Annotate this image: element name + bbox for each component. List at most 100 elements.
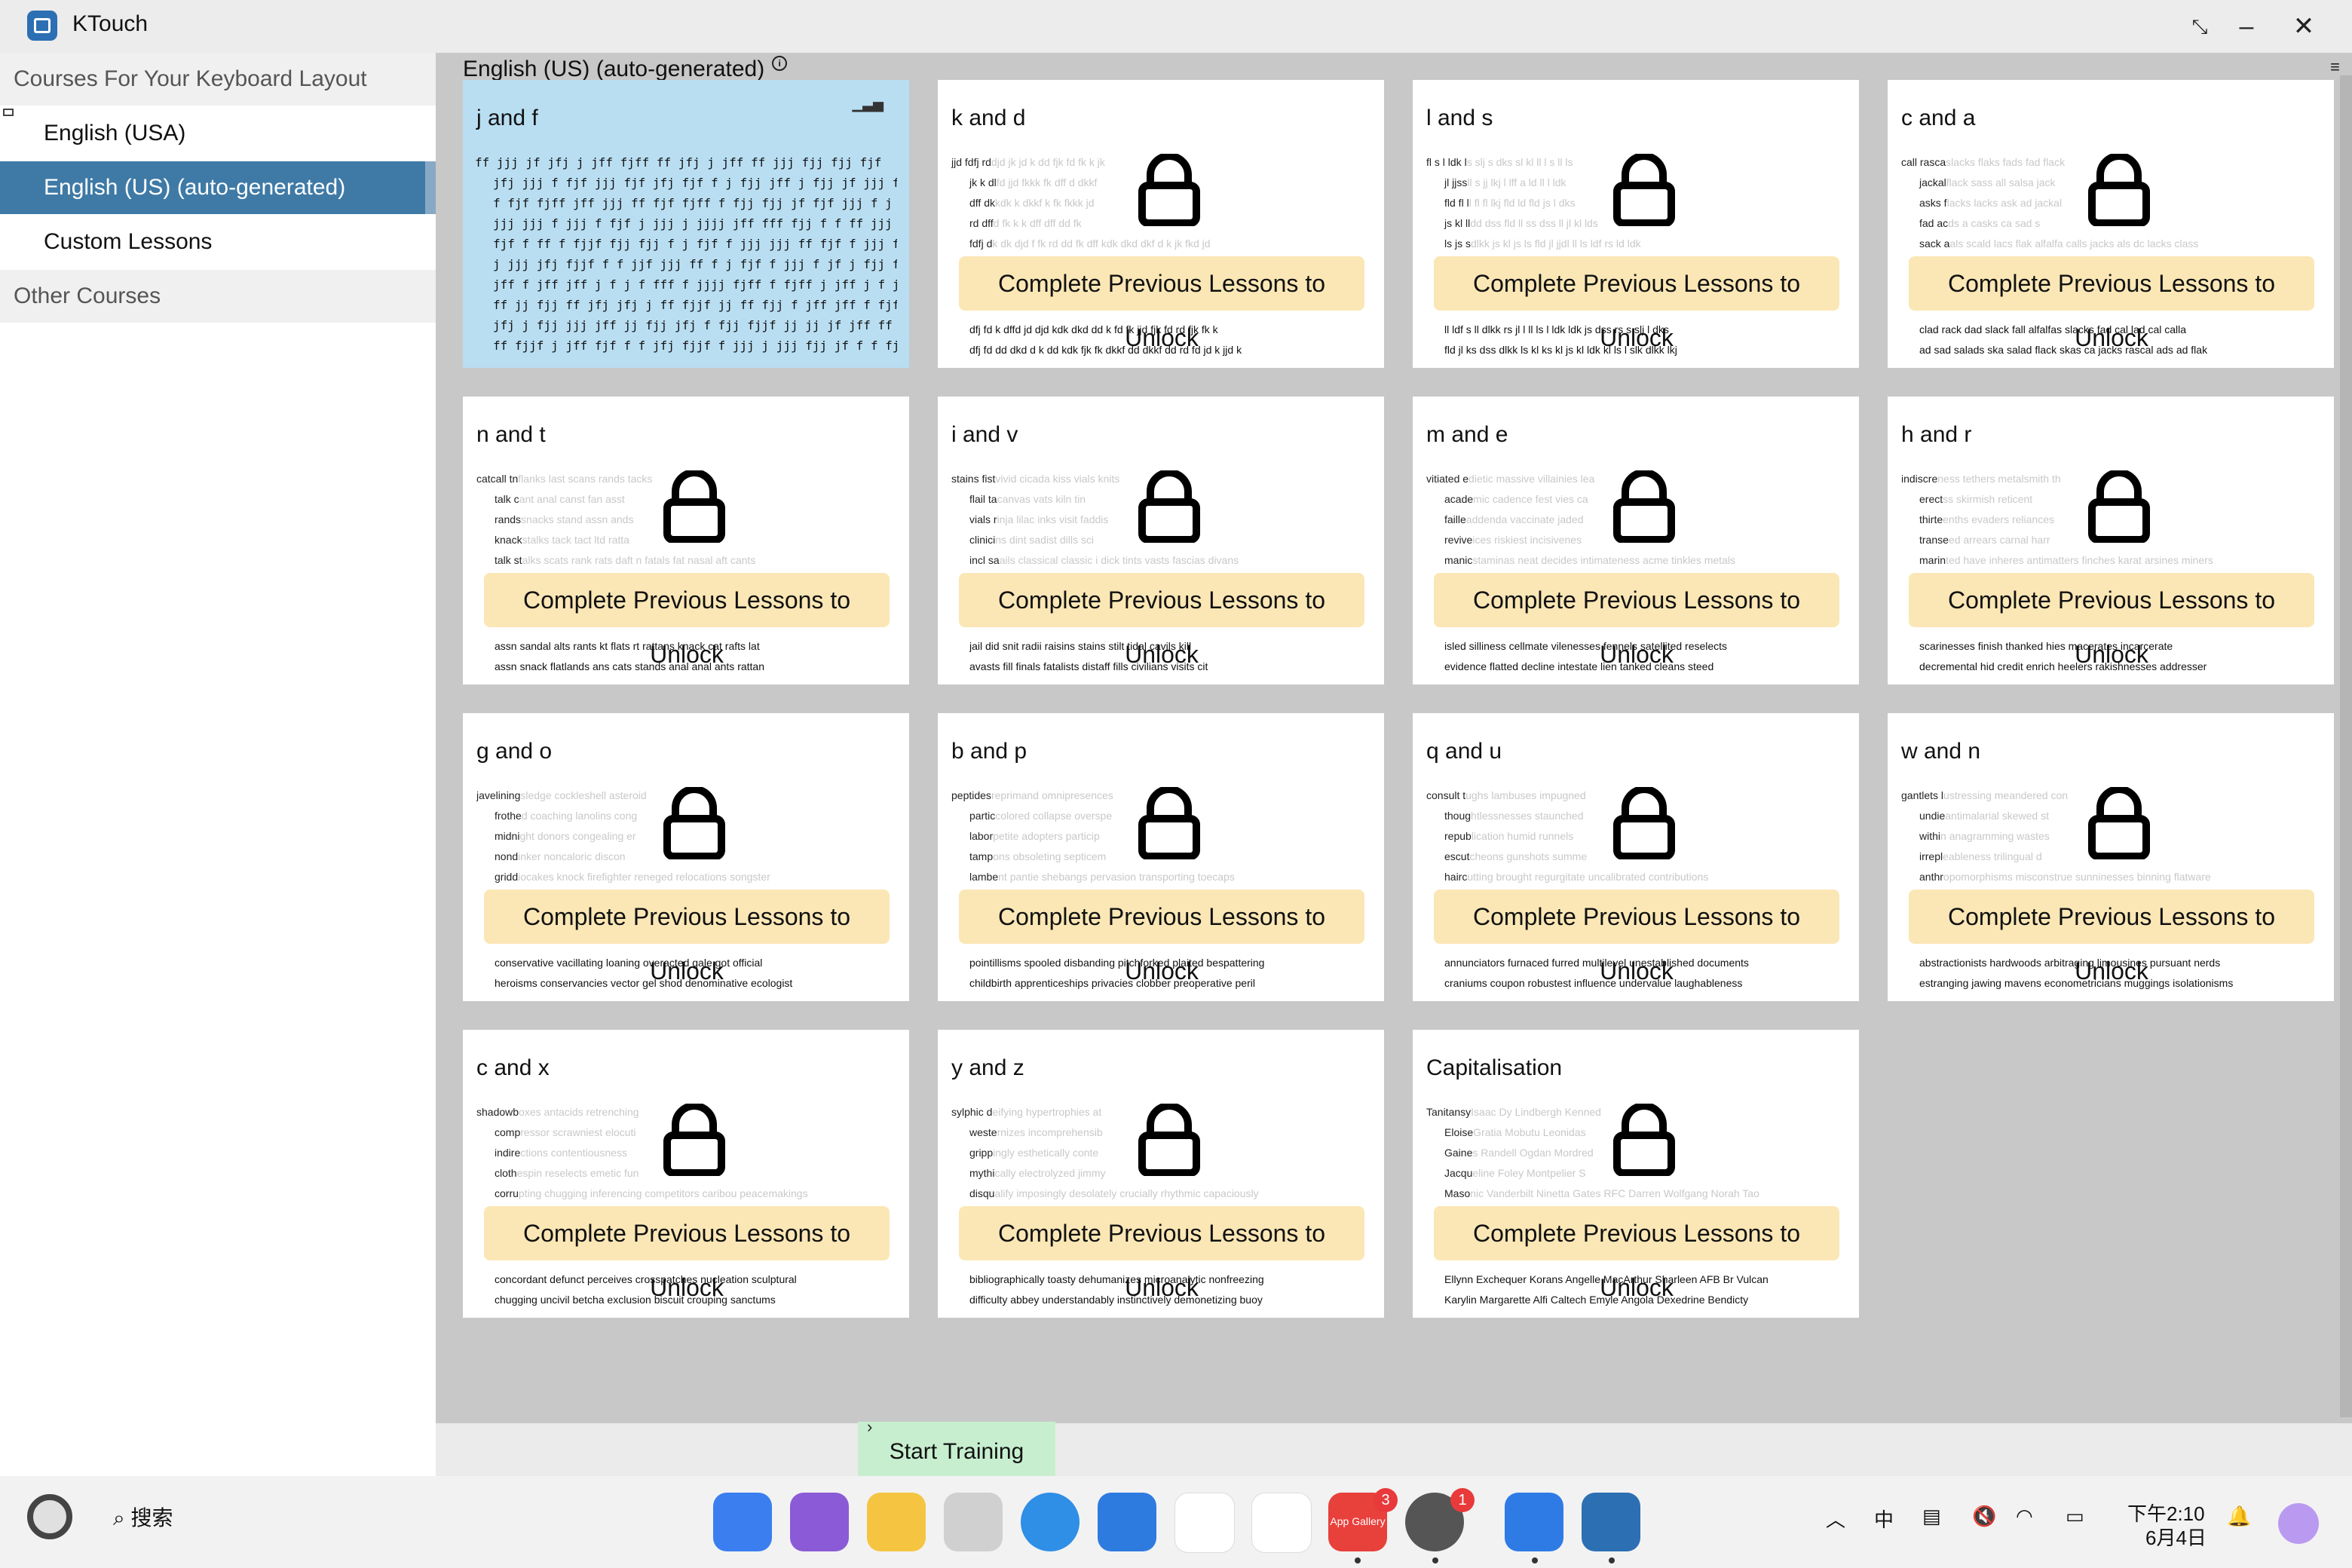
sample-line: corrupting chugging inferencing competit… — [476, 1184, 899, 1204]
sample-visible-text: Eloise — [1444, 1126, 1474, 1138]
course-sidebar: Courses For Your Keyboard Layout English… — [0, 53, 436, 1476]
battery-icon[interactable]: ▭ — [2066, 1505, 2084, 1528]
lesson-card[interactable]: n and t catcall tnflanks last scans rands… — [463, 397, 909, 684]
unlock-message: Complete Previous Lessons to Unlock — [959, 573, 1364, 668]
launcher-icon[interactable] — [713, 1493, 772, 1551]
lesson-card[interactable]: y and z sylphic deifying hypertrophies at… — [938, 1030, 1384, 1318]
footer-line: ll ldf s ll dlkk rs jl l ll ls l ldk ldk… — [1444, 323, 1669, 335]
sample-visible-text: hairc — [1444, 871, 1468, 883]
sample-visible-text: sylphic d — [951, 1106, 993, 1118]
lesson-footer-text: dfj fd k dffd jd djd kdk dkd dd k fd fk … — [969, 320, 1369, 360]
sample-visible-text: indiscre — [1901, 473, 1938, 485]
sample-visible-text: repub — [1444, 830, 1472, 842]
sample-visible-text: knack — [495, 534, 522, 546]
ai-assistant-icon[interactable] — [2278, 1503, 2319, 1544]
sample-faded-text: Isaac Dy Lindbergh Kenned — [1471, 1106, 1601, 1118]
sample-faded-text: alify imposingly desolately crucially rh… — [994, 1187, 1259, 1199]
menu-icon[interactable]: ≡ — [2330, 57, 2340, 77]
lock-icon — [1613, 469, 1675, 544]
footer-line: Ellynn Exchequer Korans Angelle MacArthu… — [1444, 1273, 1769, 1285]
footer-line: craniums coupon robustest influence unde… — [1444, 977, 1743, 989]
trash-icon[interactable] — [944, 1493, 1003, 1551]
sample-faded-text: enths evaders reliances — [1943, 513, 2054, 525]
sample-visible-text: gridd — [495, 871, 519, 883]
restore-icon[interactable]: ⤡ — [2183, 11, 2216, 42]
lesson-card[interactable]: c and a call rascaslacks flaks fads fad f… — [1888, 80, 2334, 368]
sample-visible-text: frothe — [495, 810, 522, 822]
lesson-title: m and e — [1426, 422, 1508, 447]
volume-muted-icon[interactable]: 🔇 — [1972, 1505, 1996, 1528]
app-grid-icon[interactable] — [1505, 1493, 1563, 1551]
minimize-icon[interactable]: – — [2230, 11, 2263, 42]
info-icon[interactable]: i — [772, 56, 788, 71]
sidebar-item-english-us-auto[interactable]: English (US) (auto-generated) — [0, 161, 425, 214]
lesson-card[interactable]: b and p peptidesreprimand omnipresences pa… — [938, 713, 1384, 1001]
lesson-card[interactable]: j and f ▁▃▅ ff jjj jf jfj j jff fjff ff jf… — [463, 80, 909, 368]
clock-date[interactable]: 6月4日 — [2145, 1523, 2207, 1551]
lesson-card[interactable]: c and x shadowboxes antacids retrenching c… — [463, 1030, 909, 1318]
lesson-card[interactable]: q and u consult tughs lambuses impugned th… — [1413, 713, 1859, 1001]
sample-visible-text: Maso — [1444, 1187, 1471, 1199]
sidebar-header-keyboard-courses[interactable]: Courses For Your Keyboard Layout — [0, 53, 436, 106]
wifi-icon[interactable]: ◠ — [2016, 1505, 2033, 1528]
footer-line: assn snack flatlands ans cats stands ana… — [495, 660, 764, 672]
sample-visible-text: gripp — [969, 1147, 994, 1159]
sample-visible-text: undie — [1919, 810, 1946, 822]
ime-indicator[interactable]: 中 — [1874, 1505, 1894, 1533]
sample-faded-text: lication humid runnels — [1471, 830, 1574, 842]
statistics-icon[interactable]: ▁▃▅ — [852, 96, 884, 112]
lesson-title: w and n — [1901, 739, 1981, 764]
sidebar-header-other-courses[interactable]: Other Courses — [0, 270, 436, 323]
lock-icon — [2088, 469, 2150, 544]
sample-line: j jjj jfj fjjf f f jjf jjj ff f j fjf f … — [493, 257, 897, 271]
sample-faded-text: eableness trilingual d — [1943, 850, 2042, 862]
lesson-card[interactable]: h and r indiscreness tethers metalsmith t… — [1888, 397, 2334, 684]
unlock-message: Complete Previous Lessons to Unlock — [959, 1206, 1364, 1301]
sidebar-item-english-usa[interactable]: English (USA) — [0, 107, 436, 160]
notification-bell-icon[interactable]: 🔔 — [2227, 1505, 2251, 1528]
lesson-card[interactable]: m and e vitiated edietic massive villaini… — [1413, 397, 1859, 684]
start-training-button[interactable]: Start Training — [858, 1422, 1055, 1478]
unlock-message: Complete Previous Lessons to Unlock — [959, 890, 1364, 985]
footer-line: assn sandal alts rants kt flats rt ratta… — [495, 640, 760, 652]
sample-line: jjj jjj f jjj f fjf j jjj j jjjj jff fff… — [493, 216, 897, 231]
sidebar-scrollbar[interactable] — [425, 161, 436, 214]
multiwindow-icon[interactable] — [790, 1493, 849, 1551]
sidebar-item-custom-lessons[interactable]: Custom Lessons — [0, 216, 436, 268]
lesson-card[interactable]: k and d jjd fdfj rddjd jk jd k dd fjk fd … — [938, 80, 1384, 368]
taskbar-search[interactable]: ⌕ 搜索 — [113, 1502, 173, 1532]
assistant-icon[interactable] — [27, 1494, 72, 1539]
lesson-footer-text: annunciators furnaced furred multilevel … — [1444, 953, 1844, 994]
notes-icon[interactable] — [1251, 1493, 1312, 1553]
lesson-card[interactable]: w and n gantlets lustressing meandered co… — [1888, 713, 2334, 1001]
lesson-card[interactable]: l and s fl s l ldk ls slj s dks sl kl ll … — [1413, 80, 1859, 368]
sample-faded-text: l fl fl lkj fld ld fld js l dks — [1468, 197, 1576, 209]
sample-faded-text: colored collapse overspe — [995, 810, 1113, 822]
sample-faded-text: lacks lacks ask ad jackal — [1946, 197, 2063, 209]
sample-line: ls js sdlkk js kl js ls fld jl jjdl ll l… — [1426, 234, 1848, 254]
sample-line: jfj j fjj jjj jff jj fjj jfj f fjj fjjf … — [493, 318, 893, 332]
lock-icon — [663, 469, 725, 544]
sample-faded-text: ted have inheres antimatters finches kar… — [1946, 554, 2213, 566]
sample-visible-text: marin — [1919, 554, 1946, 566]
clipboard-icon[interactable]: ▤ — [1922, 1505, 1941, 1528]
mail-icon[interactable] — [1098, 1493, 1156, 1551]
lesson-card[interactable]: Capitalisation TanitansyIsaac Dy Lindberg… — [1413, 1030, 1859, 1318]
sample-line: jfj jjj f fjf jjj fjf jfj fjf f j fjj jf… — [493, 176, 897, 190]
lesson-title: y and z — [951, 1055, 1024, 1080]
lock-icon — [663, 1102, 725, 1177]
title-bar: KTouch ⤡ – ✕ — [0, 0, 2352, 53]
close-icon[interactable]: ✕ — [2287, 11, 2320, 42]
photos-icon[interactable] — [1174, 1493, 1235, 1553]
ktouch-taskbar-icon[interactable] — [1582, 1493, 1640, 1551]
sample-faded-text: eline Foley Montpelier S — [1472, 1167, 1586, 1179]
sample-visible-text: escut — [1444, 850, 1470, 862]
browser-icon[interactable] — [1021, 1493, 1080, 1551]
sample-visible-text: manic — [1444, 554, 1473, 566]
lesson-card[interactable]: i and v stains fistvivid cicada kiss vial… — [938, 397, 1384, 684]
lesson-card[interactable]: g and o javeliningsledge cockleshell aste… — [463, 713, 909, 1001]
chevron-up-icon[interactable]: ︿ — [1826, 1505, 1845, 1533]
files-icon[interactable] — [867, 1493, 926, 1551]
main-scrollbar[interactable] — [2340, 75, 2352, 1417]
footer-line: pointillisms spooled disbanding pitchfor… — [969, 957, 1265, 969]
